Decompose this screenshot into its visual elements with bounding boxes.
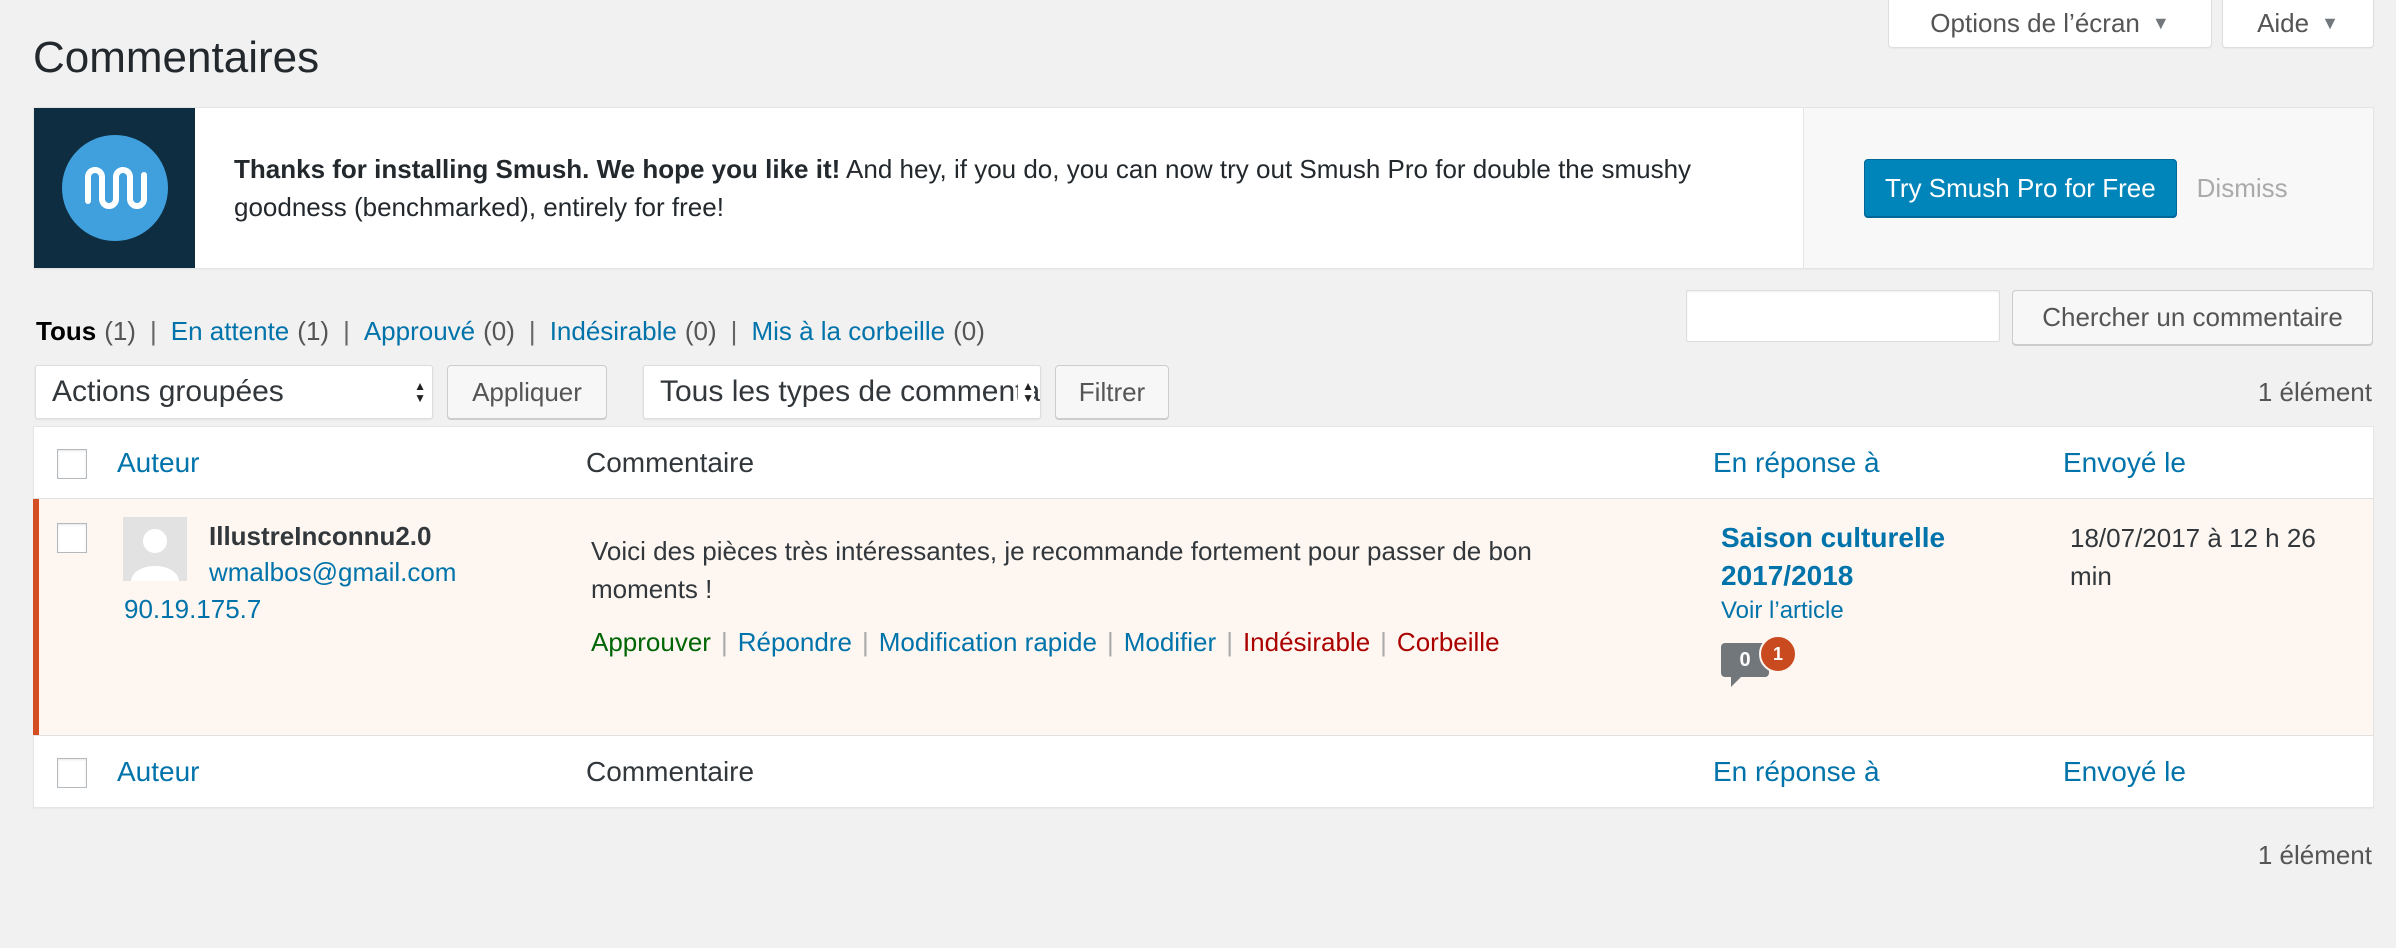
response-post-link[interactable]: Saison culturelle 2017/2018 bbox=[1721, 519, 1961, 595]
column-comment-footer: Commentaire bbox=[586, 756, 755, 787]
spam-link[interactable]: Indésirable bbox=[1243, 627, 1370, 657]
filter-all-count: (1) bbox=[104, 316, 136, 346]
approve-link[interactable]: Approuver bbox=[591, 627, 711, 657]
comment-type-select[interactable]: Tous les types de commentaires ▲▼ bbox=[643, 365, 1041, 419]
comment-author-ip[interactable]: 90.19.175.7 bbox=[124, 594, 261, 625]
item-count-bottom: 1 élément bbox=[2257, 840, 2372, 870]
column-date-header[interactable]: Envoyé le bbox=[2063, 447, 2186, 479]
bulk-actions-select[interactable]: Actions groupées ▲ ▼ bbox=[35, 365, 433, 419]
reply-link[interactable]: Répondre bbox=[738, 627, 852, 657]
column-date-footer[interactable]: Envoyé le bbox=[2063, 756, 2186, 788]
caret-down-icon: ▼ bbox=[2321, 13, 2339, 33]
filter-approved-count: (0) bbox=[483, 316, 515, 346]
row-actions: Approuver | Répondre | Modification rapide | M… bbox=[591, 627, 1500, 658]
help-label: Aide bbox=[2257, 8, 2310, 38]
filter-approved-link[interactable]: Approuvé bbox=[364, 316, 475, 347]
screen-options-label: Options de l’écran bbox=[1930, 8, 2140, 38]
notice-actions: Try Smush Pro for Free Dismiss bbox=[1803, 108, 2373, 268]
filter-button[interactable]: Filtrer bbox=[1055, 365, 1169, 419]
bulk-actions-value: Actions groupées bbox=[52, 375, 284, 408]
comment-text: Voici des pièces très intéressantes, je … bbox=[591, 536, 1532, 604]
filter-pending-count: (1) bbox=[297, 316, 330, 346]
try-smush-pro-button[interactable]: Try Smush Pro for Free bbox=[1864, 159, 2177, 217]
screen-options-tab[interactable]: Options de l’écran ▼ bbox=[1888, 0, 2212, 48]
filter-spam-link[interactable]: Indésirable bbox=[550, 316, 677, 347]
action-separator: | bbox=[1226, 627, 1233, 657]
comments-table: Auteur Commentaire En réponse à Envoyé l… bbox=[33, 426, 2374, 808]
comment-date: 18/07/2017 à 12 h 26 min bbox=[2070, 523, 2316, 591]
table-footer: Auteur Commentaire En réponse à Envoyé l… bbox=[34, 735, 2373, 807]
select-arrows-icon: ▲ ▼ bbox=[1018, 380, 1034, 404]
comment-author-name: IllustreInconnu2.0 bbox=[209, 521, 432, 551]
comment-search-input[interactable] bbox=[1686, 290, 2000, 342]
smush-logo-icon bbox=[34, 108, 195, 268]
notice-bold-text: Thanks for installing Smush. We hope you… bbox=[234, 154, 841, 184]
column-response-header[interactable]: En réponse à bbox=[1713, 447, 1880, 479]
action-separator: | bbox=[720, 627, 728, 657]
apply-button[interactable]: Appliquer bbox=[447, 365, 607, 419]
filter-pending-link[interactable]: En attente bbox=[171, 316, 290, 347]
filter-separator: | bbox=[343, 316, 350, 346]
row-checkbox[interactable] bbox=[57, 523, 87, 553]
filter-separator: | bbox=[528, 316, 536, 346]
filter-separator: | bbox=[730, 316, 738, 346]
filter-trash-count: (0) bbox=[953, 316, 985, 346]
avatar bbox=[123, 517, 187, 581]
column-author-footer[interactable]: Auteur bbox=[117, 756, 200, 788]
caret-down-icon: ▼ bbox=[2151, 13, 2170, 33]
quick-edit-link[interactable]: Modification rapide bbox=[879, 627, 1097, 657]
status-filter-links: Tous (1) | En attente (1) | Approuvé (0)… bbox=[36, 316, 985, 347]
comment-type-value: Tous les types de commentaires bbox=[660, 375, 1040, 408]
action-separator: | bbox=[1106, 627, 1114, 657]
column-author-header[interactable]: Auteur bbox=[117, 447, 200, 479]
select-all-checkbox-footer[interactable] bbox=[57, 758, 87, 788]
view-post-link[interactable]: Voir l’article bbox=[1721, 597, 1844, 625]
column-comment-header: Commentaire bbox=[586, 447, 755, 478]
edit-link[interactable]: Modifier bbox=[1124, 627, 1216, 657]
table-row: IllustreInconnu2.0 wmalbos@gmail.com 90.… bbox=[33, 499, 2373, 735]
item-count-top: 1 élément bbox=[2257, 377, 2372, 407]
column-response-footer[interactable]: En réponse à bbox=[1713, 756, 1880, 788]
select-all-checkbox[interactable] bbox=[57, 449, 87, 479]
trash-link[interactable]: Corbeille bbox=[1397, 627, 1500, 657]
notice-message: Thanks for installing Smush. We hope you… bbox=[195, 108, 1803, 268]
table-header: Auteur Commentaire En réponse à Envoyé l… bbox=[34, 427, 2373, 499]
comment-author-email[interactable]: wmalbos@gmail.com bbox=[209, 557, 456, 588]
smush-notice: Thanks for installing Smush. We hope you… bbox=[33, 107, 2374, 269]
help-tab[interactable]: Aide ▼ bbox=[2222, 0, 2374, 48]
action-separator: | bbox=[861, 627, 869, 657]
action-separator: | bbox=[1380, 627, 1387, 657]
search-comments-button[interactable]: Chercher un commentaire bbox=[2012, 290, 2373, 345]
filter-spam-count: (0) bbox=[684, 316, 717, 346]
pending-count-badge: 1 bbox=[1759, 635, 1797, 673]
select-arrows-icon: ▲ ▼ bbox=[410, 380, 426, 404]
filter-trash-link[interactable]: Mis à la corbeille bbox=[751, 316, 945, 347]
page-title: Commentaires bbox=[33, 33, 320, 82]
filter-all-link[interactable]: Tous bbox=[36, 316, 96, 347]
dismiss-link[interactable]: Dismiss bbox=[2197, 173, 2288, 204]
filter-separator: | bbox=[149, 316, 157, 346]
